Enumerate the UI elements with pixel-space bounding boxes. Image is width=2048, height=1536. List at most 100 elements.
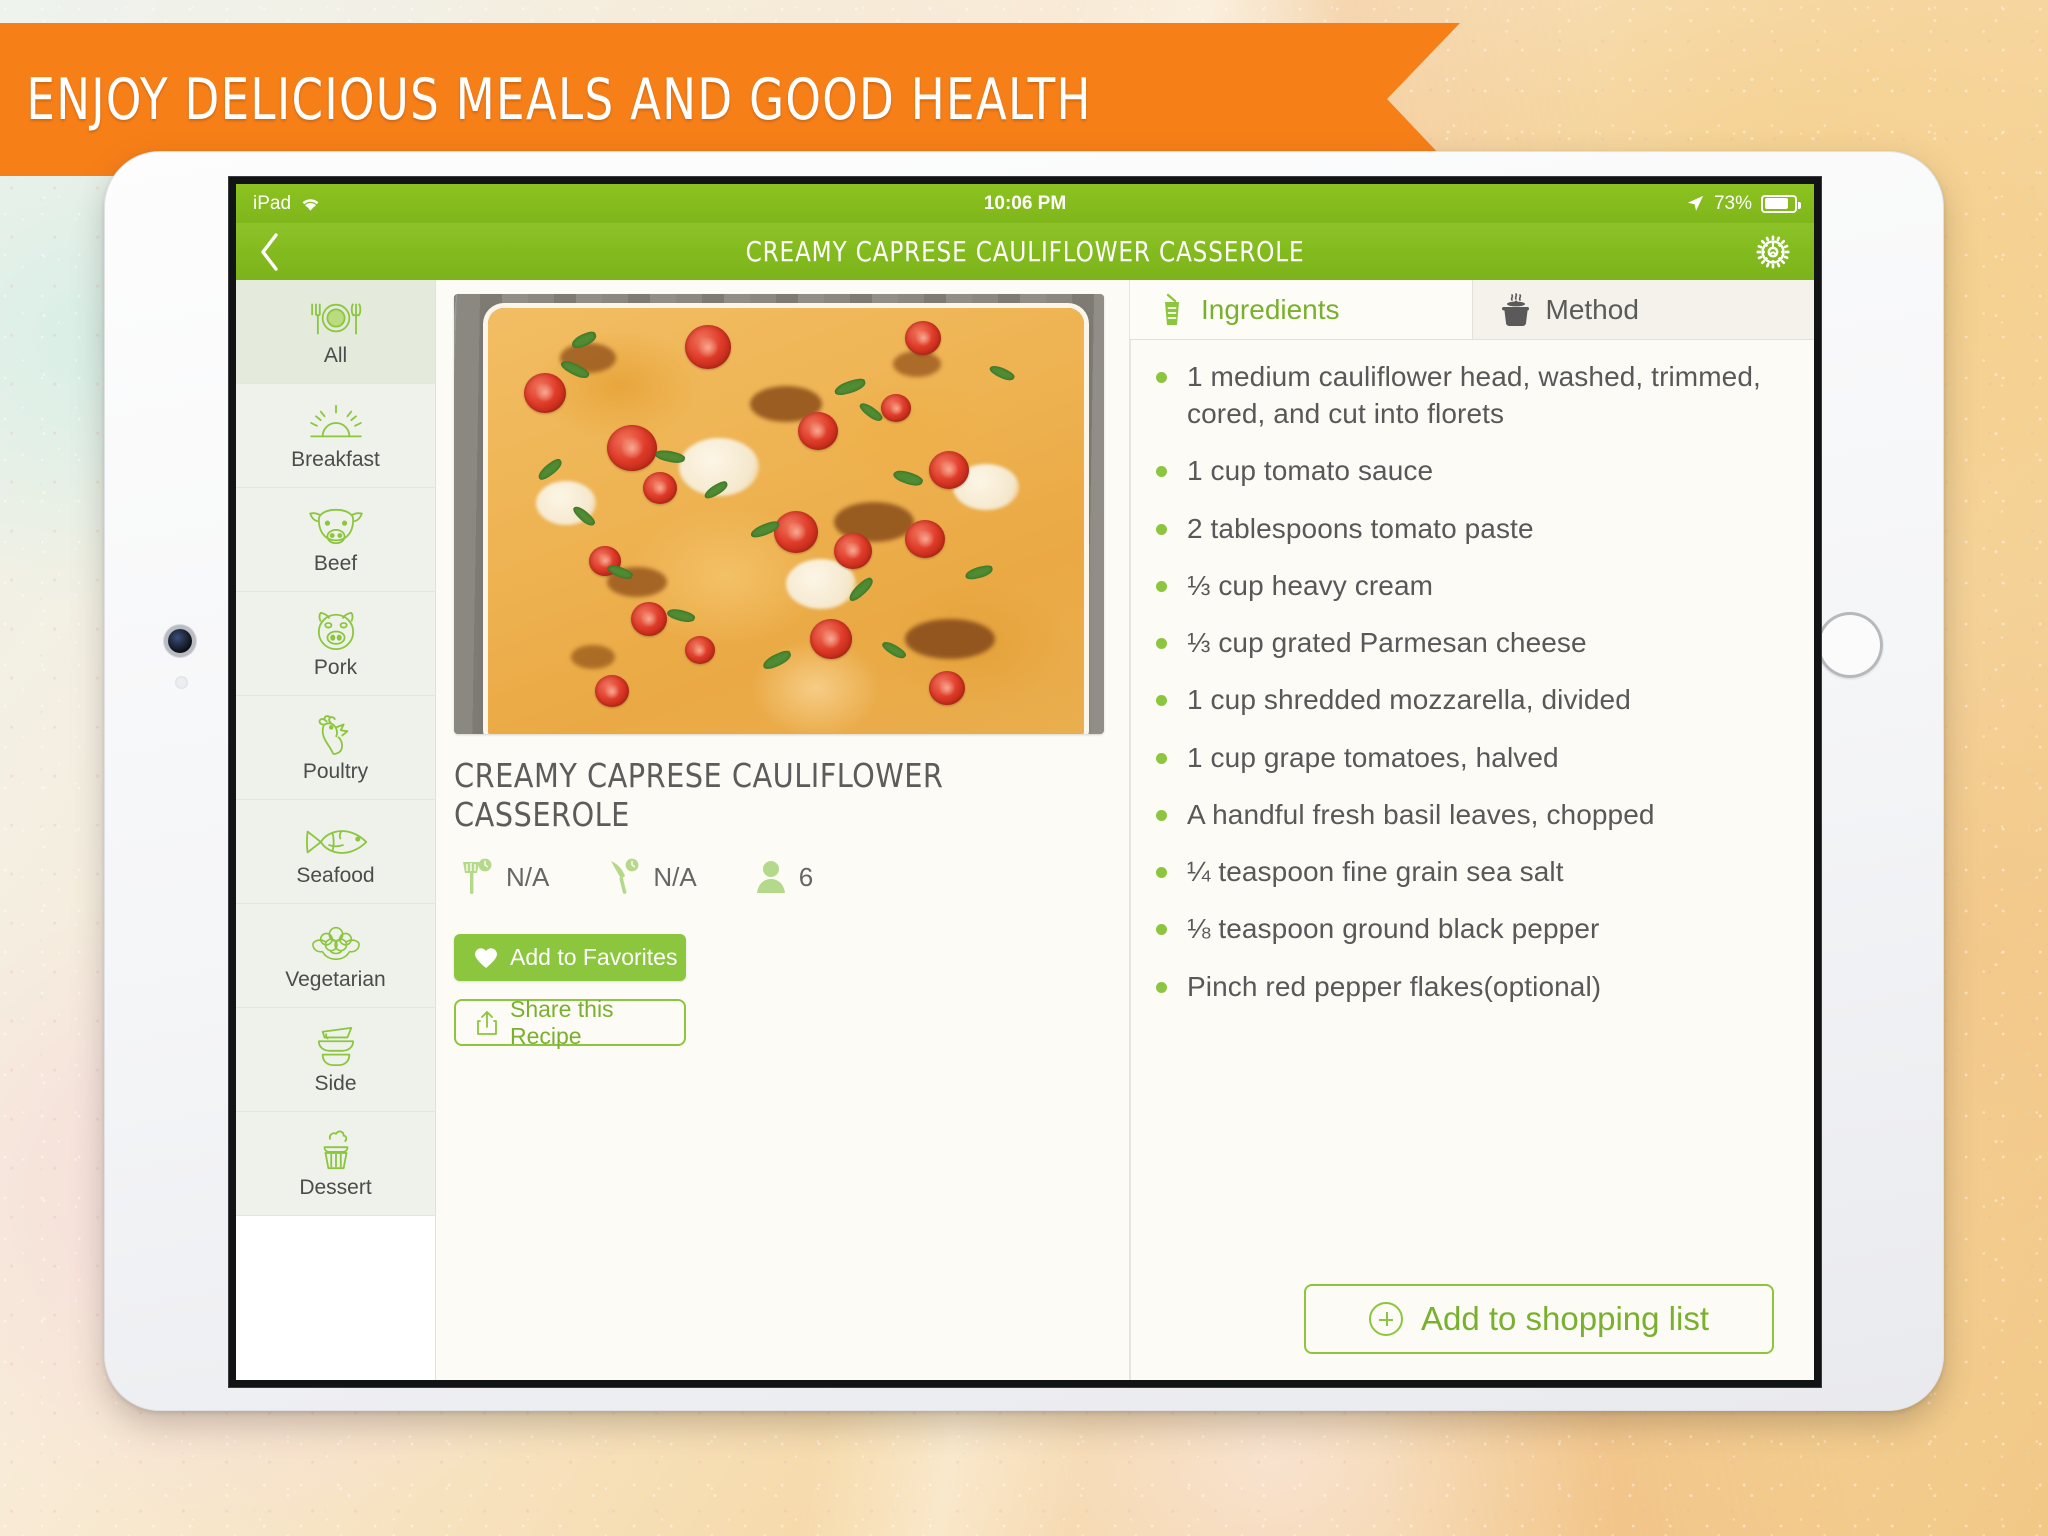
plus-circle-icon [1368, 1302, 1403, 1336]
person-icon [755, 860, 787, 894]
sidebar-item-pork[interactable]: Pork [236, 592, 435, 696]
sidebar-item-dessert[interactable]: Dessert [236, 1112, 435, 1216]
tab-ingredients[interactable]: Ingredients [1130, 280, 1472, 339]
sidebar-item-beef[interactable]: Beef [236, 488, 435, 592]
recipe-detail-panel: CREAMY CAPRESE CAULIFLOWER CASSEROLE N/A… [436, 280, 1130, 1380]
sidebar-item-label: Side [314, 1071, 357, 1095]
home-button[interactable] [1817, 612, 1883, 678]
ipad-device: iPad 10:06 PM 73% CREAMY CAPRESE CAULIFL… [104, 151, 1944, 1411]
bullet-icon [1156, 466, 1167, 478]
cupcake-icon [313, 1128, 359, 1172]
bullet-icon [1156, 809, 1167, 821]
tab-ingredients-label: Ingredients [1201, 293, 1340, 325]
ingredient-text: ¼ teaspoon fine grain sea salt [1187, 856, 1564, 888]
bullet-icon [1156, 924, 1167, 936]
list-item: ⅓ cup grated Parmesan cheese [1156, 624, 1774, 661]
battery-fill [1764, 198, 1788, 209]
bullet-icon [1156, 523, 1167, 535]
ingredient-text: A handful fresh basil leaves, chopped [1187, 798, 1655, 830]
bullet-icon [1156, 638, 1167, 650]
heart-icon [474, 947, 498, 969]
wifi-icon [300, 196, 321, 212]
sidebar-item-breakfast[interactable]: Breakfast [236, 384, 435, 488]
plate-cutlery-icon [305, 296, 367, 340]
chicken-icon [311, 712, 361, 756]
ingredient-text: Pinch red pepper flakes(optional) [1187, 970, 1602, 1002]
prep-time-value: N/A [653, 861, 697, 892]
sidebar-item-label: Vegetarian [285, 967, 386, 991]
ingredient-text: ⅓ cup heavy cream [1187, 569, 1434, 601]
sidebar-item-seafood[interactable]: Seafood [236, 800, 435, 904]
page-title: CREAMY CAPRESE CAULIFLOWER CASSEROLE [745, 235, 1305, 268]
sunrise-icon [305, 400, 367, 444]
cauliflower-icon [305, 920, 367, 964]
meta-cook-time: N/A [460, 858, 549, 896]
list-item: 2 tablespoons tomato paste [1156, 510, 1774, 547]
bullet-icon [1156, 752, 1167, 764]
battery-icon [1761, 194, 1801, 213]
status-bar-right: 73% [1686, 192, 1801, 215]
sidebar-item-label: Poultry [302, 759, 369, 783]
list-item: ⅓ cup heavy cream [1156, 567, 1774, 604]
shopping-list-icon [1156, 292, 1188, 328]
bullet-icon [1156, 981, 1167, 993]
back-chevron-icon [261, 232, 278, 271]
ingredients-panel: Ingredients Method 1 medium cauliflower … [1130, 280, 1814, 1380]
add-to-shopping-list-button[interactable]: Add to shopping list [1304, 1284, 1774, 1354]
sidebar-item-label: Dessert [299, 1175, 372, 1199]
settings-button[interactable] [1754, 233, 1792, 271]
sidebar-item-vegetarian[interactable]: Vegetarian [236, 904, 435, 1008]
navigation-bar: CREAMY CAPRESE CAULIFLOWER CASSEROLE [236, 223, 1814, 280]
app-content: All Breakfast Beef Pork Poultry Seafood … [236, 280, 1814, 1380]
ingredient-text: 1 cup grape tomatoes, halved [1187, 741, 1559, 773]
meta-servings: 6 [755, 860, 813, 894]
tab-method[interactable]: Method [1471, 280, 1814, 339]
recipe-tabs: Ingredients Method [1130, 280, 1814, 340]
spatula-clock-icon [460, 858, 494, 896]
tab-method-label: Method [1545, 293, 1639, 325]
sidebar-item-all[interactable]: All [236, 280, 435, 384]
share-recipe-label: Share this Recipe [510, 995, 614, 1049]
fish-icon [303, 816, 369, 860]
ingredient-text: 1 cup shredded mozzarella, divided [1187, 684, 1631, 716]
sidebar-item-poultry[interactable]: Poultry [236, 696, 435, 800]
sidebar-item-label: Pork [313, 655, 358, 679]
sidebar-item-label: Breakfast [291, 447, 380, 471]
list-item: ⅛ teaspoon ground black pepper [1156, 910, 1774, 947]
sidebar-filler [236, 1216, 435, 1380]
share-recipe-button[interactable]: Share this Recipe [454, 996, 686, 1049]
gear-icon [1756, 234, 1790, 269]
meta-prep-time: N/A [607, 858, 697, 896]
back-button[interactable] [258, 232, 280, 272]
recipe-meta-row: N/A N/A 6 [454, 858, 1107, 896]
share-icon [476, 1010, 498, 1036]
list-item: ¼ teaspoon fine grain sea salt [1156, 853, 1774, 890]
ingredient-text: ⅓ cup grated Parmesan cheese [1187, 627, 1587, 659]
battery-percent-label: 73% [1713, 192, 1752, 214]
stacked-bowls-icon [311, 1024, 361, 1068]
ingredient-text: 1 cup tomato sauce [1187, 455, 1434, 487]
add-to-shopping-list-label: Add to shopping list [1420, 1300, 1710, 1337]
list-item: 1 cup grape tomatoes, halved [1156, 739, 1774, 776]
recipe-title: CREAMY CAPRESE CAULIFLOWER CASSEROLE [454, 756, 944, 834]
status-bar-clock: 10:06 PM [983, 192, 1067, 214]
carrier-label: iPad [253, 192, 292, 214]
sidebar-item-label: Seafood [296, 863, 375, 887]
sidebar-item-side[interactable]: Side [236, 1008, 435, 1112]
ingredient-text: 1 medium cauliflower head, washed, trimm… [1187, 361, 1761, 430]
photo-casserole [488, 308, 1084, 734]
status-bar-left: iPad [253, 193, 321, 215]
list-item: 1 medium cauliflower head, washed, trimm… [1156, 358, 1774, 432]
status-bar: iPad 10:06 PM 73% [236, 184, 1814, 223]
servings-value: 6 [798, 861, 814, 892]
list-item: Pinch red pepper flakes(optional) [1156, 968, 1774, 1005]
ingredient-text: ⅛ teaspoon ground black pepper [1187, 913, 1600, 945]
sidebar-item-label: All [323, 343, 348, 367]
cook-time-value: N/A [506, 861, 550, 892]
sidebar-item-label: Beef [313, 551, 358, 575]
bullet-icon [1156, 580, 1167, 592]
promo-banner-text: ENJOY DELICIOUS MEALS AND GOOD HEALTH [26, 66, 1092, 133]
bullet-icon [1156, 372, 1167, 383]
shopping-button-container: Add to shopping list [1130, 1284, 1814, 1380]
add-to-favorites-button[interactable]: Add to Favorites [454, 934, 686, 981]
